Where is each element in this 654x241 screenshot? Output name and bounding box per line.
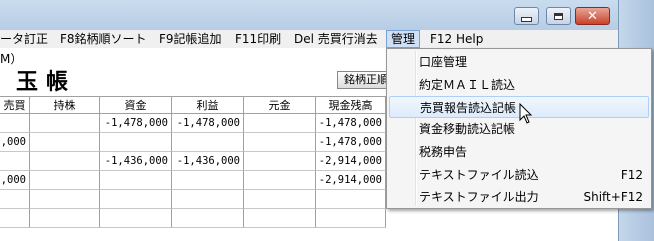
cell-cash-balance: -2,914,000	[316, 171, 386, 190]
cell-cash-balance	[316, 209, 386, 228]
cell-funds	[100, 171, 172, 190]
cell-cash-balance: -1,478,000	[316, 133, 386, 152]
col-header-trade: 売買	[0, 96, 30, 114]
menu-item-label: テキストファイル読込	[419, 168, 539, 182]
cell-principal	[244, 133, 316, 152]
cell-holdings	[30, 209, 100, 228]
cell-holdings	[30, 171, 100, 190]
menu-delete-row[interactable]: Del 売買行消去	[292, 30, 380, 48]
menu-management[interactable]: 管理	[386, 30, 420, 48]
cell-cash-balance	[316, 190, 386, 209]
col-header-principal: 元金	[244, 96, 316, 114]
close-icon: ✕	[587, 8, 598, 24]
menu-bar: ータ訂正 F8銘柄順ソート F9記帳追加 F11印刷 Del 売買行消去 管理 …	[0, 30, 618, 48]
menu-sort-by-symbol[interactable]: F8銘柄順ソート	[58, 30, 149, 48]
close-button[interactable]: ✕	[575, 7, 610, 25]
cell-profit	[172, 209, 244, 228]
page-title: 玉帳	[16, 69, 77, 95]
menu-item-import-text-file[interactable]: テキストファイル読込 F12	[389, 164, 649, 186]
col-header-profit: 利益	[172, 96, 244, 114]
menu-help[interactable]: F12 Help	[428, 30, 485, 48]
cell-holdings	[30, 152, 100, 171]
cell-principal	[244, 114, 316, 133]
cell-principal	[244, 190, 316, 209]
cell-trade: ,000	[0, 133, 30, 152]
cell-funds	[100, 209, 172, 228]
cell-holdings	[30, 190, 100, 209]
menu-item-export-text-file[interactable]: テキストファイル出力 Shift+F12	[389, 186, 649, 208]
menu-item-label: テキストファイル出力	[419, 190, 539, 204]
menu-item-label: 約定ＭＡＩＬ読込	[419, 78, 516, 92]
cell-profit: -1,436,000	[172, 152, 244, 171]
cell-trade	[0, 190, 30, 209]
mouse-cursor-icon	[519, 103, 533, 124]
maximize-icon	[554, 12, 563, 20]
menu-item-account-management[interactable]: 口座管理	[389, 51, 649, 73]
cell-holdings	[30, 133, 100, 152]
cell-funds: -1,436,000	[100, 152, 172, 171]
cell-principal	[244, 152, 316, 171]
cell-principal	[244, 209, 316, 228]
minimize-icon	[521, 16, 532, 22]
cell-trade	[0, 114, 30, 133]
cell-trade	[0, 152, 30, 171]
menu-print[interactable]: F11印刷	[233, 30, 283, 48]
cell-profit: -1,478,000	[172, 114, 244, 133]
menu-item-label: 売買報告読込記帳	[420, 101, 517, 115]
menu-data-edit[interactable]: ータ訂正	[0, 30, 50, 48]
col-header-cash-balance: 現金残高	[316, 96, 386, 114]
maximize-button[interactable]	[546, 7, 571, 25]
menu-add-entry[interactable]: F9記帳追加	[157, 30, 224, 48]
cell-principal	[244, 171, 316, 190]
menu-item-load-trade-mail[interactable]: 約定ＭＡＩＬ読込	[389, 74, 649, 96]
col-header-funds: 資金	[100, 96, 172, 114]
cell-cash-balance: -2,914,000	[316, 152, 386, 171]
cell-trade	[0, 209, 30, 228]
cell-trade: ,000	[0, 171, 30, 190]
cell-funds	[100, 133, 172, 152]
menu-item-label: 税務申告	[419, 145, 468, 159]
minimize-button[interactable]	[514, 7, 539, 25]
cell-cash-balance: -1,478,000	[316, 114, 386, 133]
cell-profit	[172, 133, 244, 152]
menu-item-accelerator: F12	[620, 168, 643, 182]
cell-funds: -1,478,000	[100, 114, 172, 133]
cell-profit	[172, 190, 244, 209]
cell-profit	[172, 171, 244, 190]
management-dropdown-menu: 口座管理 約定ＭＡＩＬ読込 売買報告読込記帳 資金移動読込記帳 税務申告 テキス…	[386, 48, 652, 209]
menu-item-label: 資金移動読込記帳	[419, 122, 516, 136]
cell-holdings	[30, 114, 100, 133]
menu-item-accelerator: Shift+F12	[583, 190, 643, 204]
col-header-holdings: 持株	[30, 96, 100, 114]
menu-item-tax-return[interactable]: 税務申告	[389, 141, 649, 163]
menu-item-label: 口座管理	[419, 55, 468, 69]
sort-by-symbol-button[interactable]: 銘柄正順	[337, 71, 387, 89]
cell-funds	[100, 190, 172, 209]
